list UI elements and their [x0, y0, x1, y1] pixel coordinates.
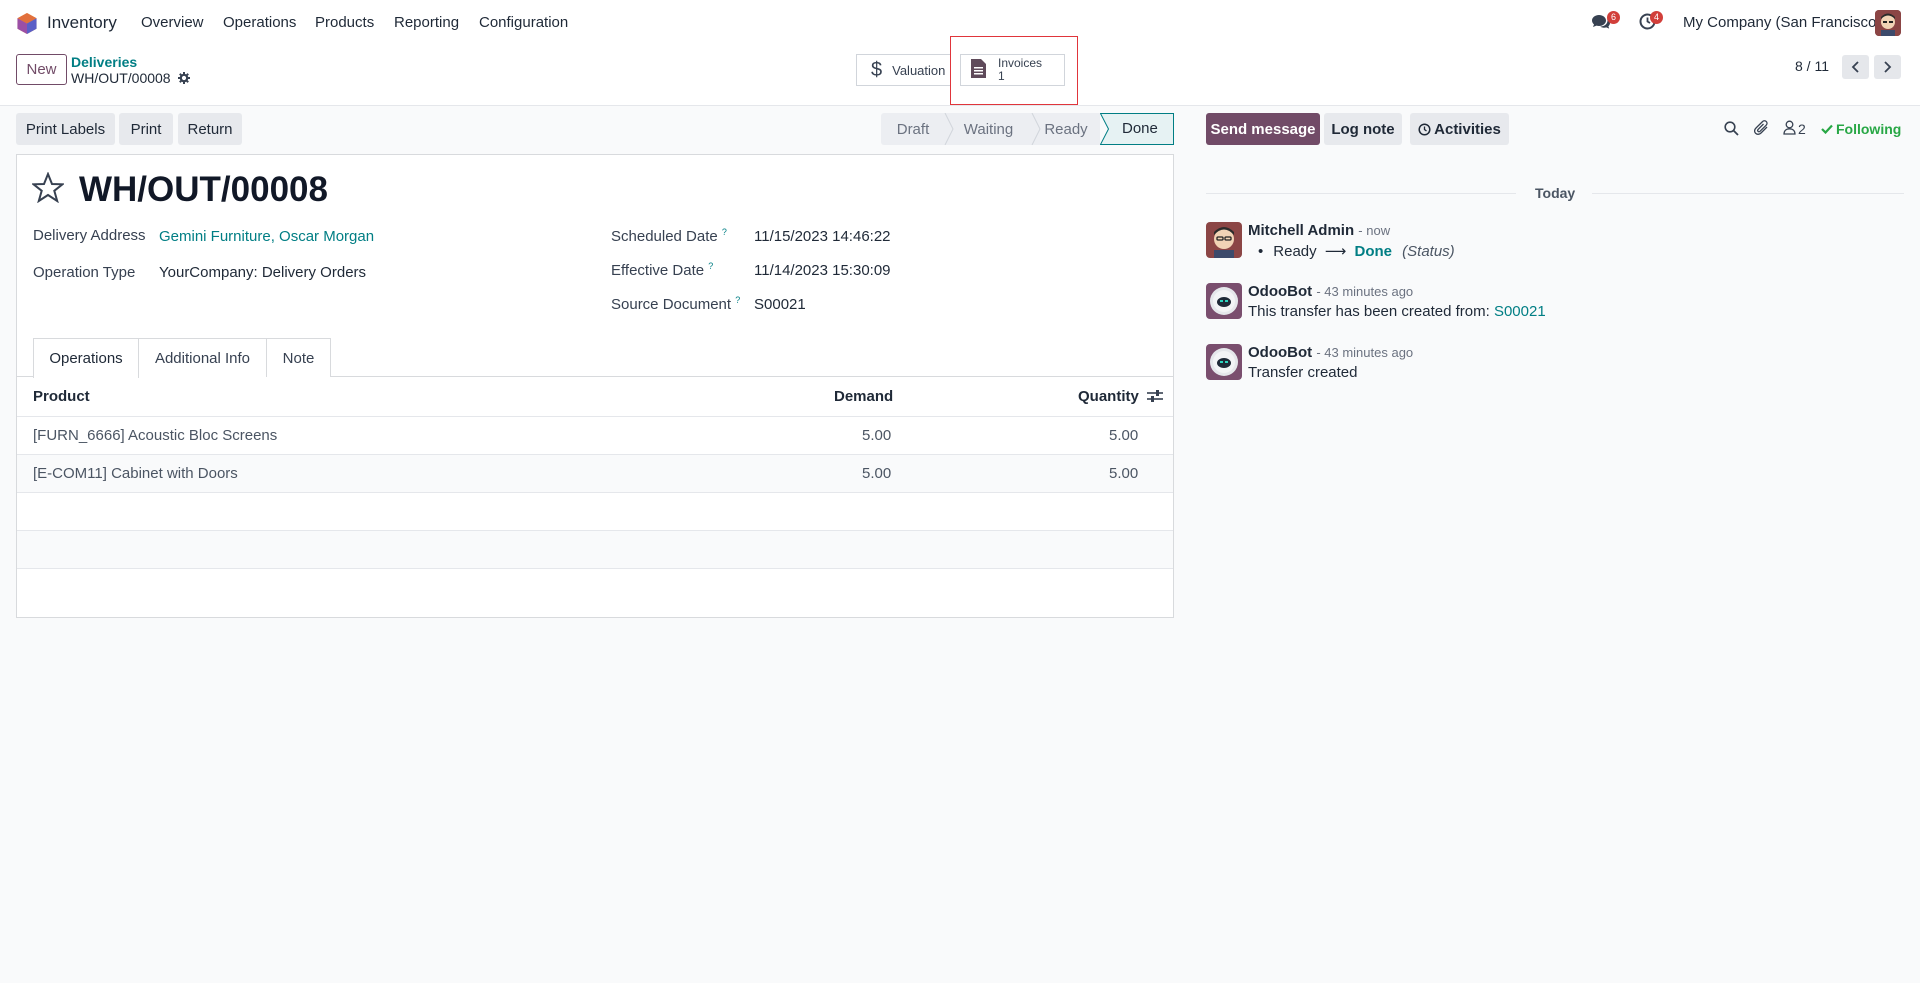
tab-additional-info[interactable]: Additional Info — [139, 338, 267, 377]
pager-previous-button[interactable] — [1842, 55, 1869, 79]
effective-date-label: Effective Date ? — [611, 261, 714, 279]
date-separator-line — [1206, 193, 1516, 194]
table-row[interactable]: [E-COM11] Cabinet with Doors 5.00 5.00 — [17, 454, 1173, 492]
print-labels-button[interactable]: Print Labels — [16, 113, 115, 145]
activities-badge: 4 — [1650, 11, 1664, 24]
message-time: - 43 minutes ago — [1316, 284, 1414, 299]
menu-products[interactable]: Products — [315, 14, 374, 31]
row-quantity: 5.00 — [1109, 465, 1139, 482]
activities-button[interactable]: Activities — [1410, 113, 1509, 145]
breadcrumb-deliveries[interactable]: Deliveries — [71, 54, 137, 70]
date-separator-today: Today — [1535, 185, 1576, 201]
pager-value[interactable]: 8 / 11 — [1795, 58, 1829, 74]
message-author[interactable]: Mitchell Admin - now — [1248, 222, 1390, 239]
tab-note[interactable]: Note — [267, 338, 331, 377]
tracking-value: • Ready ⟶ Done (Status) — [1258, 243, 1455, 260]
help-tooltip-icon[interactable]: ? — [722, 227, 727, 237]
message-time: - now — [1358, 223, 1391, 238]
user-avatar[interactable] — [1875, 10, 1901, 36]
clock-icon — [1418, 122, 1431, 136]
tracking-new-value: Done — [1354, 243, 1392, 260]
row-quantity: 5.00 — [1109, 427, 1139, 444]
status-separators — [944, 113, 1041, 145]
column-header-demand[interactable]: Demand — [834, 388, 893, 405]
message-time: - 43 minutes ago — [1316, 345, 1414, 360]
print-button[interactable]: Print — [119, 113, 173, 145]
row-demand: 5.00 — [862, 427, 892, 444]
scheduled-date-value[interactable]: 11/15/2023 14:46:22 — [754, 228, 891, 245]
operation-type-label: Operation Type — [33, 264, 136, 281]
source-document-value[interactable]: S00021 — [754, 296, 806, 313]
table-empty-row — [17, 530, 1173, 568]
return-button[interactable]: Return — [178, 113, 242, 145]
search-icon[interactable] — [1724, 121, 1739, 140]
table-row[interactable]: [FURN_6666] Acoustic Bloc Screens 5.00 5… — [17, 416, 1173, 454]
row-product: [FURN_6666] Acoustic Bloc Screens — [33, 427, 278, 444]
dollar-icon: $ — [871, 58, 883, 81]
menu-configuration[interactable]: Configuration — [479, 14, 568, 31]
status-done[interactable]: Done — [1100, 113, 1174, 145]
source-document-label: Source Document ? — [611, 295, 741, 313]
followers-user-icon[interactable] — [1783, 120, 1796, 139]
delivery-address-label: Delivery Address — [33, 227, 146, 244]
valuation-label: Valuation — [892, 62, 946, 78]
message-body: Transfer created — [1248, 364, 1358, 381]
odoobot-avatar[interactable] — [1206, 344, 1242, 380]
menu-operations[interactable]: Operations — [223, 14, 296, 31]
log-note-button[interactable]: Log note — [1324, 113, 1402, 145]
tracking-arrow: ⟶ — [1324, 243, 1347, 260]
tracking-old-value: Ready — [1273, 243, 1317, 260]
row-demand: 5.00 — [862, 465, 892, 482]
pager-next-button[interactable] — [1874, 55, 1901, 79]
star-icon[interactable] — [30, 171, 66, 207]
help-tooltip-icon[interactable]: ? — [708, 261, 713, 271]
source-order-link[interactable]: S00021 — [1494, 303, 1546, 320]
message-author[interactable]: OdooBot - 43 minutes ago — [1248, 344, 1413, 361]
column-header-quantity[interactable]: Quantity — [1078, 388, 1139, 405]
column-header-product[interactable]: Product — [33, 388, 90, 405]
following-button[interactable]: Following — [1821, 121, 1901, 137]
date-separator-line — [1592, 193, 1904, 194]
optional-columns-icon[interactable] — [1147, 389, 1163, 407]
new-button[interactable]: New — [16, 54, 67, 85]
table-empty-row — [17, 568, 1173, 617]
scheduled-date-label: Scheduled Date ? — [611, 227, 727, 245]
status-done-label: Done — [1122, 120, 1158, 137]
odoobot-avatar[interactable] — [1206, 283, 1242, 319]
company-switcher[interactable]: My Company (San Francisco) — [1683, 14, 1881, 31]
followers-count[interactable]: 2 — [1798, 121, 1806, 137]
following-label: Following — [1836, 121, 1902, 137]
chevron-left-icon — [1851, 61, 1859, 73]
paperclip-icon[interactable] — [1753, 120, 1769, 140]
operation-type-value[interactable]: YourCompany: Delivery Orders — [159, 264, 366, 281]
chevron-right-icon — [1884, 61, 1892, 73]
delivery-address-link[interactable]: Gemini Furniture, Oscar Morgan — [159, 228, 374, 245]
menu-reporting[interactable]: Reporting — [394, 14, 459, 31]
messages-badge: 6 — [1607, 11, 1621, 24]
highlight-box — [950, 36, 1078, 105]
check-icon — [1821, 124, 1833, 135]
record-title: WH/OUT/00008 — [79, 170, 328, 209]
tracking-field-name: (Status) — [1402, 243, 1455, 260]
effective-date-value: 11/14/2023 15:30:09 — [754, 262, 891, 279]
help-tooltip-icon[interactable]: ? — [735, 295, 740, 305]
message-author[interactable]: OdooBot - 43 minutes ago — [1248, 283, 1413, 300]
inventory-app-icon[interactable] — [17, 13, 37, 34]
avatar[interactable] — [1206, 222, 1242, 258]
message-body: This transfer has been created from: S00… — [1248, 303, 1546, 320]
valuation-button[interactable]: $ Valuation — [856, 54, 951, 86]
row-product: [E-COM11] Cabinet with Doors — [33, 465, 238, 482]
gear-icon[interactable] — [178, 71, 190, 88]
tab-operations[interactable]: Operations — [33, 338, 139, 378]
app-name[interactable]: Inventory — [47, 13, 117, 33]
send-message-button[interactable]: Send message — [1206, 113, 1320, 145]
notebook-tabs: Operations Additional Info Note — [17, 338, 1173, 378]
table-empty-row — [17, 492, 1173, 530]
menu-overview[interactable]: Overview — [141, 14, 204, 31]
activities-label: Activities — [1434, 120, 1501, 138]
breadcrumb-current: WH/OUT/00008 — [71, 70, 171, 86]
